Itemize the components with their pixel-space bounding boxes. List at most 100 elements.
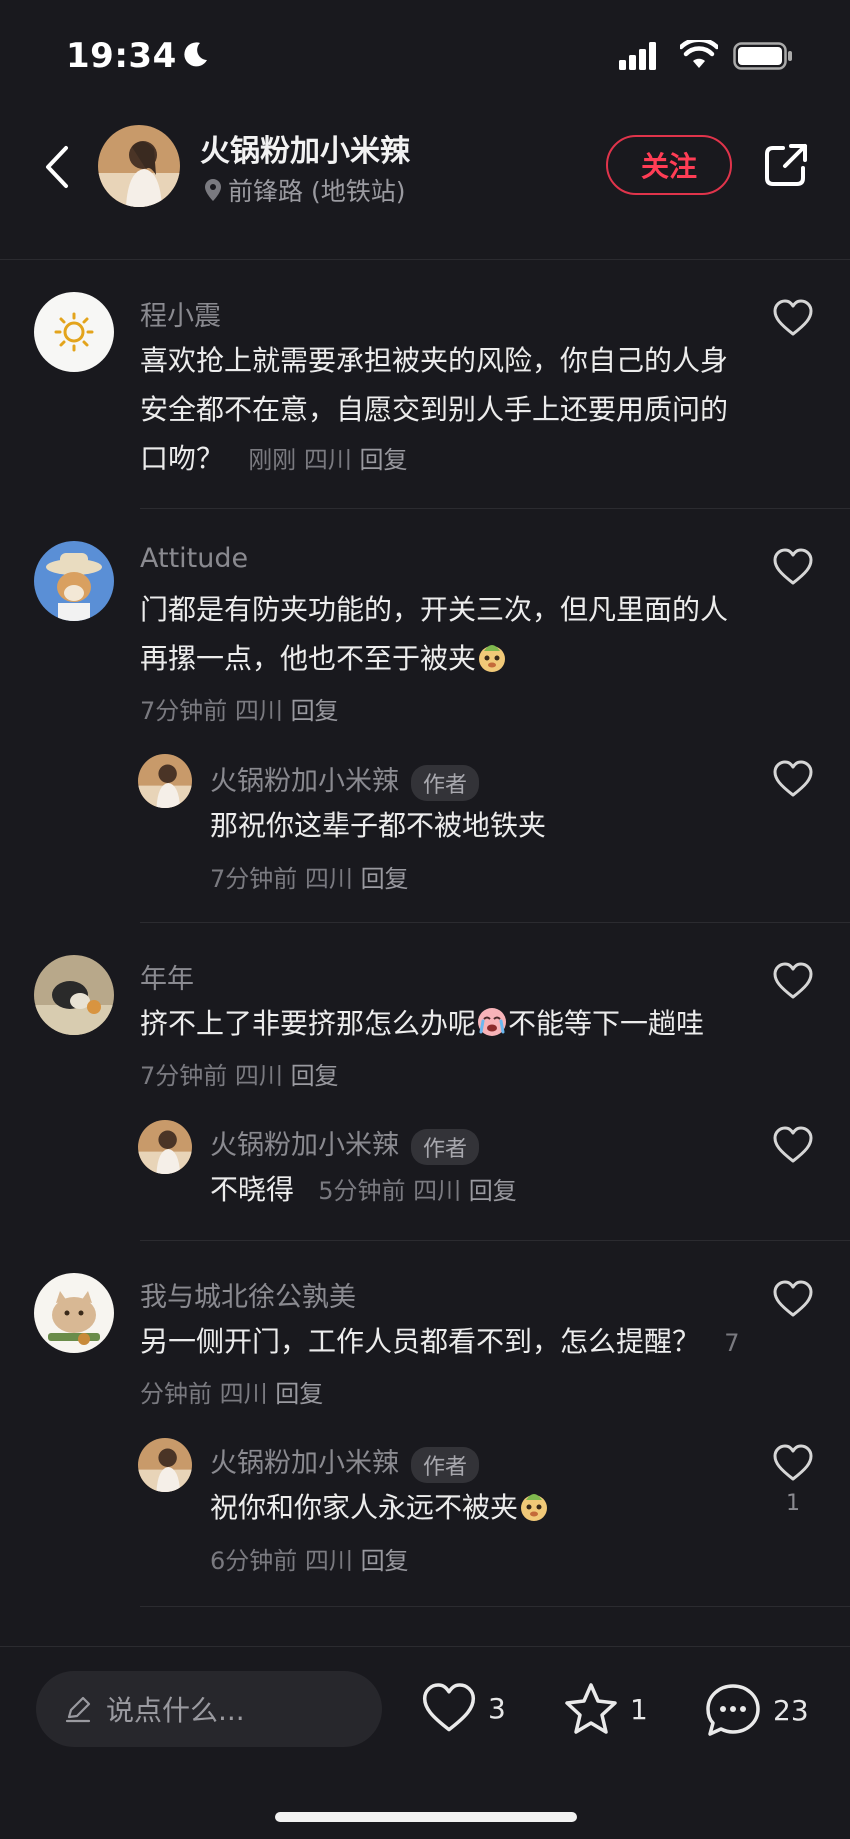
author-avatar[interactable]	[98, 125, 180, 207]
comment-text: 门都是有防夹功能的，开关三次，但凡里面的人再摞一点，他也不至于被夹	[140, 585, 740, 683]
moon-icon	[184, 42, 207, 67]
comment-meta: 7分钟前 四川 回复	[140, 691, 339, 726]
comment-time: 7分钟前	[140, 1062, 228, 1090]
comment-count: 23	[773, 1693, 809, 1727]
heart-icon[interactable]	[772, 1279, 814, 1319]
follow-button[interactable]: 关注	[606, 135, 732, 195]
reply-like-count: 1	[786, 1491, 800, 1516]
comment-username[interactable]: 我与城北徐公孰美	[140, 1275, 356, 1314]
comment-divider	[140, 508, 850, 509]
reply-user-text: 火锅粉加小米辣	[210, 766, 399, 797]
comment-body: 门都是有防夹功能的，开关三次，但凡里面的人再摞一点，他也不至于被夹	[140, 593, 729, 675]
wifi-icon	[680, 40, 718, 68]
reply-meta: 7分钟前 四川 回复	[210, 859, 409, 894]
user-avatar[interactable]	[34, 541, 114, 621]
smug-face-emoji-icon	[479, 645, 506, 672]
reply-button[interactable]: 回复	[361, 1547, 409, 1575]
location-text: 前锋路 (地铁站)	[228, 177, 406, 206]
crying-face-emoji-icon	[478, 1008, 507, 1036]
comment-text: 喜欢抢上就需要承担被夹的风险，你自己的人身安全都不在意，自愿交到别人手上还要用质…	[140, 336, 740, 485]
comment-body-continued: 不能等下一趟哇	[508, 1007, 705, 1040]
comment-divider	[140, 1606, 850, 1607]
reply-time: 7分钟前	[210, 865, 298, 893]
comment-username[interactable]: Attitude	[140, 543, 248, 574]
reply-user-text: 火锅粉加小米辣	[210, 1448, 399, 1479]
like-button[interactable]: 3	[420, 1681, 506, 1735]
back-arrow-icon[interactable]	[38, 142, 78, 192]
reply-region: 四川	[304, 865, 353, 893]
comment-text: 挤不上了非要挤那怎么办呢 不能等下一趟哇 7分钟前 四川 回复	[140, 999, 740, 1101]
user-avatar[interactable]	[34, 1273, 114, 1353]
comment-username[interactable]: 程小震	[140, 294, 221, 333]
reply-button[interactable]: 回复	[469, 1177, 517, 1205]
author-name[interactable]: 火锅粉加小米辣	[200, 126, 410, 170]
heart-icon[interactable]	[772, 1125, 814, 1165]
reply-time: 5分钟前	[318, 1177, 406, 1205]
heart-icon[interactable]	[772, 759, 814, 799]
reply-username[interactable]: 火锅粉加小米辣 作者	[210, 1441, 480, 1483]
user-avatar[interactable]	[34, 292, 114, 372]
reply-text: 不晓得 5分钟前 四川 回复	[210, 1165, 810, 1216]
comment-region: 四川	[219, 1380, 268, 1408]
comment-region: 四川	[234, 1062, 283, 1090]
reply-body: 不晓得	[210, 1173, 295, 1206]
author-badge: 作者	[411, 1446, 480, 1483]
comment-input[interactable]: 说点什么...	[36, 1671, 382, 1747]
user-avatar[interactable]	[34, 955, 114, 1035]
bottom-action-bar: 说点什么... 3 1 23	[0, 1646, 850, 1839]
comment-region: 四川	[234, 697, 283, 725]
location-tag[interactable]: 前锋路 (地铁站)	[204, 172, 405, 208]
reply-text: 那祝你这辈子都不被地铁夹	[210, 809, 547, 842]
reply-region: 四川	[413, 1177, 462, 1205]
post-header: 火锅粉加小米辣 前锋路 (地铁站) 关注	[0, 120, 850, 260]
comment-input-placeholder: 说点什么...	[106, 1694, 245, 1727]
author-badge: 作者	[411, 764, 480, 801]
star-icon	[565, 1683, 617, 1734]
favorite-button[interactable]: 1	[562, 1681, 648, 1737]
comment-button[interactable]: 23	[703, 1681, 809, 1739]
reply-avatar[interactable]	[138, 754, 192, 808]
comment-meta: 刚刚 四川 回复	[233, 446, 407, 474]
heart-icon[interactable]	[772, 298, 814, 338]
home-indicator[interactable]	[275, 1812, 577, 1822]
reply-time: 6分钟前	[210, 1547, 298, 1575]
reply-button[interactable]: 回复	[291, 1062, 339, 1090]
reply-avatar[interactable]	[138, 1120, 192, 1174]
heart-icon[interactable]	[772, 1443, 814, 1483]
comment-divider	[140, 1240, 850, 1241]
reply-button[interactable]: 回复	[361, 865, 409, 893]
cellular-signal-icon	[619, 42, 656, 70]
comment-body: 另一侧开门，工作人员都看不到，怎么提醒？	[140, 1325, 701, 1358]
comment-text: 另一侧开门，工作人员都看不到，怎么提醒？ 7分钟前 四川 回复	[140, 1317, 740, 1419]
comment-username[interactable]: 年年	[140, 957, 194, 996]
reply-region: 四川	[304, 1547, 353, 1575]
comment-body: 挤不上了非要挤那怎么办呢	[140, 1007, 477, 1040]
reply-meta: 6分钟前 四川 回复	[210, 1541, 409, 1576]
reply-text: 祝你和你家人永远不被夹	[210, 1483, 810, 1532]
author-badge: 作者	[411, 1128, 480, 1165]
comment-time: 刚刚	[248, 446, 297, 474]
like-count: 3	[488, 1691, 506, 1725]
comment-time: 7分钟前	[140, 697, 228, 725]
comment-body: 喜欢抢上就需要承担被夹的风险，你自己的人身安全都不在意，自愿交到别人手上还要用质…	[140, 344, 729, 475]
reply-button[interactable]: 回复	[291, 697, 339, 725]
smug-face-emoji-icon	[521, 1494, 548, 1521]
reply-meta: 5分钟前 四川 回复	[303, 1177, 517, 1205]
status-bar: 19:34	[0, 0, 850, 110]
status-time: 19:34	[66, 36, 177, 76]
reply-button[interactable]: 回复	[275, 1380, 323, 1408]
favorite-count: 1	[630, 1692, 648, 1726]
reply-username[interactable]: 火锅粉加小米辣 作者	[210, 1123, 480, 1165]
location-pin-icon	[205, 179, 221, 201]
heart-icon	[422, 1683, 476, 1732]
reply-username[interactable]: 火锅粉加小米辣 作者	[210, 759, 480, 801]
heart-icon[interactable]	[772, 961, 814, 1001]
share-icon[interactable]	[761, 140, 811, 190]
heart-icon[interactable]	[772, 547, 814, 587]
comment-region: 四川	[303, 446, 352, 474]
comment-divider	[140, 922, 850, 923]
reply-user-text: 火锅粉加小米辣	[210, 1130, 399, 1161]
battery-icon	[733, 42, 792, 70]
reply-avatar[interactable]	[138, 1438, 192, 1492]
reply-button[interactable]: 回复	[359, 446, 407, 474]
